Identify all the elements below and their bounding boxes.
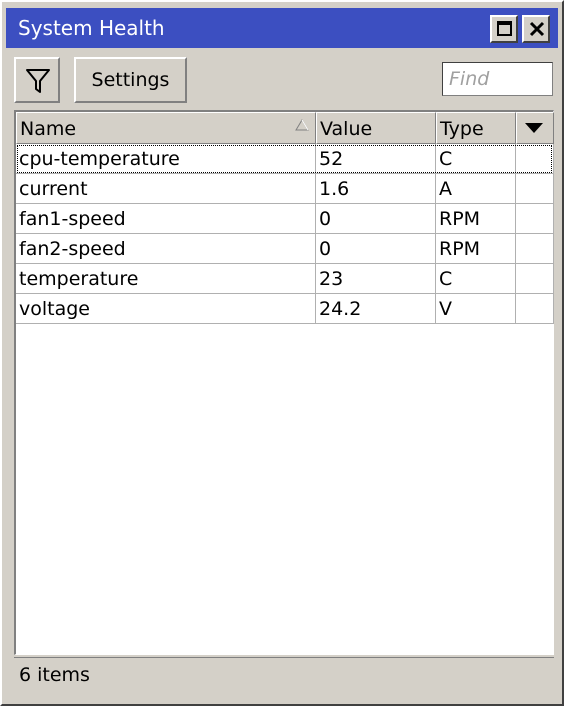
cell-type: RPM bbox=[436, 234, 516, 264]
column-header-value[interactable]: Value bbox=[316, 112, 436, 144]
cell-name: temperature bbox=[16, 264, 316, 294]
cell-type: V bbox=[436, 294, 516, 324]
maximize-button[interactable] bbox=[490, 15, 518, 43]
filter-icon bbox=[26, 69, 50, 93]
filter-button[interactable] bbox=[14, 57, 60, 103]
column-menu-icon bbox=[525, 123, 543, 133]
table-row[interactable]: temperature 23 C bbox=[16, 264, 554, 294]
table-row[interactable]: fan2-speed 0 RPM bbox=[16, 234, 554, 264]
cell-empty bbox=[516, 264, 554, 294]
cell-type: A bbox=[436, 174, 516, 204]
column-header-type[interactable]: Type bbox=[436, 112, 516, 144]
cell-empty bbox=[516, 234, 554, 264]
maximize-icon bbox=[497, 21, 512, 36]
health-table: Name Value Type cpu-temperature 52 C cur… bbox=[14, 110, 554, 655]
settings-button[interactable]: Settings bbox=[74, 57, 187, 103]
cell-name: current bbox=[16, 174, 316, 204]
table-row[interactable]: fan1-speed 0 RPM bbox=[16, 204, 554, 234]
table-row[interactable]: cpu-temperature 52 C bbox=[16, 144, 554, 174]
cell-value: 0 bbox=[316, 204, 436, 234]
cell-value: 0 bbox=[316, 234, 436, 264]
system-health-window: System Health Settings Name Va bbox=[0, 0, 564, 706]
table-row[interactable]: current 1.6 A bbox=[16, 174, 554, 204]
cell-type: C bbox=[436, 264, 516, 294]
cell-value: 23 bbox=[316, 264, 436, 294]
find-input[interactable] bbox=[442, 62, 553, 96]
cell-value: 24.2 bbox=[316, 294, 436, 324]
cell-empty bbox=[516, 204, 554, 234]
close-button[interactable] bbox=[522, 15, 550, 43]
sort-ascending-icon bbox=[295, 119, 309, 131]
cell-empty bbox=[516, 144, 554, 174]
cell-empty bbox=[516, 174, 554, 204]
column-menu-button[interactable] bbox=[516, 112, 554, 144]
column-header-name[interactable]: Name bbox=[16, 112, 316, 144]
cell-name: voltage bbox=[16, 294, 316, 324]
status-bar: 6 items bbox=[14, 657, 554, 691]
cell-empty bbox=[516, 294, 554, 324]
cell-value: 1.6 bbox=[316, 174, 436, 204]
item-count: 6 items bbox=[19, 664, 90, 686]
cell-type: C bbox=[436, 144, 516, 174]
table-header: Name Value Type bbox=[16, 112, 554, 144]
close-icon bbox=[529, 21, 545, 37]
title-bar[interactable]: System Health bbox=[6, 8, 558, 48]
table-row[interactable]: voltage 24.2 V bbox=[16, 294, 554, 324]
window-title: System Health bbox=[18, 16, 165, 40]
cell-name: cpu-temperature bbox=[16, 144, 316, 174]
cell-type: RPM bbox=[436, 204, 516, 234]
cell-name: fan2-speed bbox=[16, 234, 316, 264]
cell-value: 52 bbox=[316, 144, 436, 174]
cell-name: fan1-speed bbox=[16, 204, 316, 234]
